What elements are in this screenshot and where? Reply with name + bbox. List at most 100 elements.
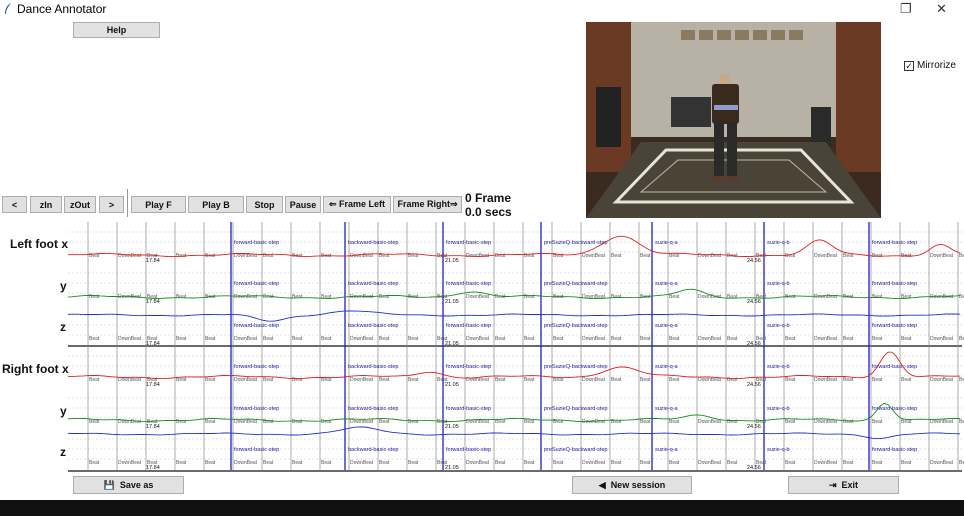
beat-tag: DownBeat — [234, 336, 258, 342]
beat-tag: Beat — [89, 336, 100, 342]
beat-tag: DownBeat — [350, 336, 374, 342]
beat-tag: Beat — [408, 460, 419, 466]
step-label: suzie-q-a — [655, 240, 679, 246]
restore-icon[interactable]: ❐ — [900, 1, 912, 17]
beat-tag: DownBeat — [930, 419, 954, 425]
beat-tag: Beat — [524, 336, 535, 342]
step-label: forward-basic-step — [872, 406, 917, 412]
frame-left-button[interactable]: ⇐ Frame Left — [323, 196, 391, 213]
beat-tag: Beat — [901, 336, 912, 342]
beat-tag: Beat — [669, 294, 680, 300]
time-stamp: 17.84 — [146, 258, 160, 264]
time-stamp: 21.05 — [445, 424, 459, 430]
beat-tag: Beat — [292, 377, 303, 383]
save-as-label: Save as — [119, 480, 154, 490]
mirrorize-option[interactable]: ✓ Mirrorize — [904, 60, 956, 71]
time-stamp: 21.05 — [445, 382, 459, 388]
time-stamp: 17.84 — [146, 424, 160, 430]
left-z-trace — [67, 310, 961, 322]
step-label: preSuzieQ-backward-step — [544, 364, 608, 370]
beat-tag: Beat — [176, 294, 187, 300]
beat-tag: DownBeat — [582, 336, 606, 342]
beat-tag: Beat — [495, 253, 506, 259]
beat-tag: Beat — [843, 460, 854, 466]
beat-tag: DownBeat — [582, 253, 606, 259]
next-button[interactable]: > — [99, 196, 124, 213]
step-label: forward-basic-step — [872, 240, 917, 246]
beat-tag: Beat — [263, 336, 274, 342]
step-label: backward-basic-step — [348, 364, 398, 370]
step-label: suzie-q-b — [767, 447, 790, 453]
help-button[interactable]: Help — [73, 22, 160, 38]
beat-tag: DownBeat — [698, 253, 722, 259]
beat-tag: Beat — [872, 294, 883, 300]
beat-tag: Beat — [843, 377, 854, 383]
step-label: backward-basic-step — [348, 406, 398, 412]
beat-tag: Beat — [727, 419, 738, 425]
beat-tag: DownBeat — [350, 377, 374, 383]
exit-icon: ⇥ — [828, 479, 837, 490]
step-label: forward-basic-step — [234, 281, 279, 287]
beat-tag: Beat — [901, 460, 912, 466]
step-label: preSuzieQ-backward-step — [544, 240, 608, 246]
beat-tag: DownBeat — [234, 377, 258, 383]
frame-right-button[interactable]: Frame Right⇒ — [393, 196, 462, 213]
toolbar-divider — [127, 189, 128, 217]
motion-plot[interactable]: forward-basic-step backward-basic-step for… — [0, 222, 964, 472]
beat-tag: Beat — [495, 377, 506, 383]
beat-tag: Beat — [872, 336, 883, 342]
beat-tag: Beat — [263, 377, 274, 383]
prev-button[interactable]: < — [2, 196, 27, 213]
step-label: suzie-q-a — [655, 406, 679, 412]
stop-button[interactable]: Stop — [246, 196, 283, 213]
beat-tag: DownBeat — [466, 336, 490, 342]
play-backward-button[interactable]: Play B — [188, 196, 244, 213]
beat-tag: Beat — [640, 419, 651, 425]
time-stamp: 17.84 — [146, 465, 160, 471]
save-as-button[interactable]: 💾 Save as — [73, 476, 184, 494]
beat-tag: Beat — [785, 294, 796, 300]
new-session-button[interactable]: ◀ New session — [572, 476, 692, 494]
step-label: forward-basic-step — [234, 240, 279, 246]
step-label: forward-basic-step — [446, 364, 491, 370]
step-label: backward-basic-step — [348, 240, 398, 246]
beat-tag: Beat — [669, 460, 680, 466]
pause-button[interactable]: Pause — [285, 196, 321, 213]
exit-button[interactable]: ⇥ Exit — [788, 476, 899, 494]
time-stamp: 17.84 — [146, 299, 160, 305]
back-arrow-icon: ◀ — [598, 479, 606, 490]
beat-tag: Beat — [321, 336, 332, 342]
step-label: suzie-q-b — [767, 323, 790, 329]
step-label: suzie-q-b — [767, 364, 790, 370]
step-label: suzie-q-a — [655, 447, 679, 453]
zoom-out-button[interactable]: zOut — [64, 196, 96, 213]
beat-tag: DownBeat — [814, 294, 838, 300]
beat-tag: DownBeat — [582, 377, 606, 383]
step-label: forward-basic-step — [446, 240, 491, 246]
beat-tag: Beat — [176, 460, 187, 466]
beat-tag: DownBeat — [234, 419, 258, 425]
beat-tag: DownBeat — [930, 377, 954, 383]
beat-tag: Beat — [524, 377, 535, 383]
time-stamp: 21.05 — [445, 299, 459, 305]
beat-tag: Beat — [205, 336, 216, 342]
time-stamp: 24.56 — [747, 382, 761, 388]
beat-tag: Beat — [640, 377, 651, 383]
beat-tag: Beat — [727, 460, 738, 466]
beat-tag: Beat — [959, 419, 964, 425]
step-label: forward-basic-step — [872, 323, 917, 329]
time-stamp: 17.84 — [146, 382, 160, 388]
beat-tag: Beat — [669, 253, 680, 259]
beat-tag: Beat — [292, 419, 303, 425]
beat-tag: Beat — [524, 460, 535, 466]
play-forward-button[interactable]: Play F — [131, 196, 186, 213]
title-bar — [0, 0, 964, 18]
beat-tag: Beat — [785, 377, 796, 383]
beat-tag: Beat — [785, 460, 796, 466]
beat-tag: Beat — [611, 294, 622, 300]
mirrorize-checkbox[interactable]: ✓ — [904, 60, 914, 71]
beat-tag: DownBeat — [118, 336, 142, 342]
beat-tag: Beat — [89, 377, 100, 383]
zoom-in-button[interactable]: zIn — [30, 196, 62, 213]
close-icon[interactable]: ✕ — [936, 1, 947, 17]
